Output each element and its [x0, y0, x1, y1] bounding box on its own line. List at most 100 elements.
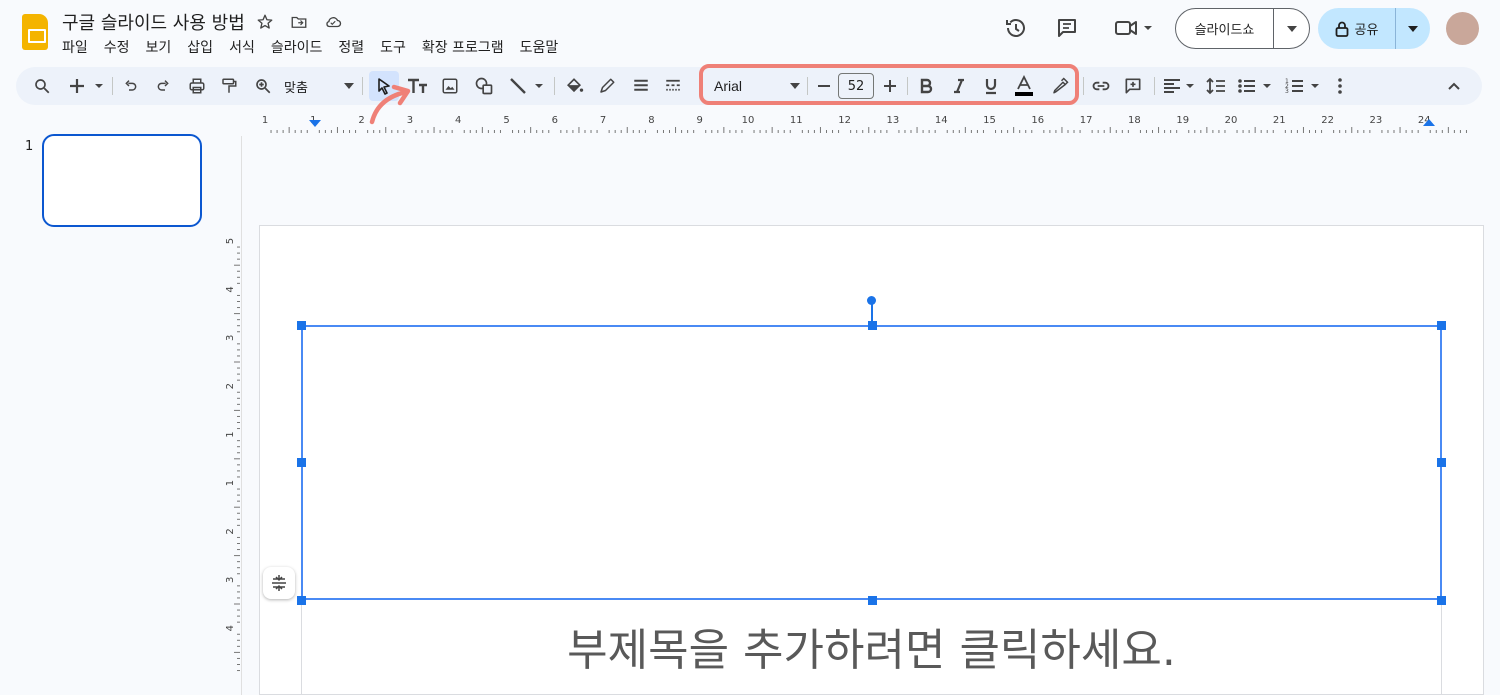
toolbar: 맞춤 Arial 52 1 2 3: [16, 64, 1482, 105]
insert-image-icon[interactable]: [438, 72, 462, 100]
title-bar: 구글 슬라이드 사용 방법 파일 수정 보기 삽입 서식 슬라이드 정렬 도구 …: [0, 0, 1500, 64]
comments-icon[interactable]: [1047, 8, 1087, 48]
ruler-tick-label: 2: [225, 528, 236, 534]
menu-edit[interactable]: 수정: [104, 35, 138, 59]
ruler-tick-label: 2: [358, 115, 364, 126]
share-label: 공유: [1354, 23, 1379, 38]
highlight-color-icon[interactable]: [1047, 72, 1073, 100]
bold-icon[interactable]: [914, 72, 938, 100]
ruler-tick-label: 21: [1273, 115, 1286, 126]
font-name-value: Arial: [714, 78, 743, 94]
move-to-folder-icon[interactable]: [287, 10, 311, 34]
menu-extensions[interactable]: 확장 프로그램: [422, 35, 512, 59]
italic-icon[interactable]: [947, 72, 971, 100]
ruler-tick-label: 4: [455, 115, 461, 126]
star-icon[interactable]: [253, 10, 277, 34]
share-button[interactable]: 공유: [1318, 8, 1430, 49]
collapse-toolbar-icon[interactable]: [1442, 72, 1466, 100]
resize-handle-top-right[interactable]: [1437, 321, 1446, 330]
resize-handle-top[interactable]: [868, 321, 877, 330]
avatar[interactable]: [1446, 12, 1479, 45]
horizontal-ruler: 1123456789101112131415161718192021222324: [262, 115, 1467, 133]
resize-handle-bottom-right[interactable]: [1437, 596, 1446, 605]
menu-format[interactable]: 서식: [229, 35, 263, 59]
insert-link-icon[interactable]: [1088, 72, 1114, 100]
align-icon[interactable]: [1161, 72, 1197, 100]
zoom-value: 맞춤: [284, 80, 308, 96]
menu-help[interactable]: 도움말: [520, 35, 567, 59]
new-slide-icon[interactable]: [66, 72, 108, 100]
subtitle-placeholder[interactable]: 부제목을 추가하려면 클릭하세요.: [301, 614, 1442, 678]
ruler-tick-label: 7: [600, 115, 606, 126]
ruler-tick-label: 5: [225, 238, 236, 244]
cloud-status-icon[interactable]: [321, 10, 345, 34]
vertical-align-icon: [272, 575, 286, 591]
fill-color-icon[interactable]: [561, 72, 587, 100]
autofit-button[interactable]: [263, 567, 295, 599]
menu-arrange[interactable]: 정렬: [338, 35, 372, 59]
more-options-icon[interactable]: [1330, 72, 1350, 100]
svg-text:3: 3: [1285, 88, 1289, 95]
print-icon[interactable]: [184, 72, 210, 100]
search-menus-icon[interactable]: [28, 72, 56, 100]
zoom-select[interactable]: 맞춤: [284, 72, 354, 100]
resize-handle-top-left[interactable]: [297, 321, 306, 330]
menu-view[interactable]: 보기: [146, 35, 180, 59]
toolbar-divider: [907, 77, 908, 95]
add-comment-icon[interactable]: [1120, 72, 1146, 100]
line-icon[interactable]: [506, 72, 548, 100]
toolbar-divider: [112, 77, 113, 95]
ruler-tick-label: 3: [225, 335, 236, 341]
ruler-tick-label: 4: [225, 625, 236, 631]
ruler-tick-label: 12: [838, 115, 851, 126]
paint-format-icon[interactable]: [216, 72, 242, 100]
resize-handle-left[interactable]: [297, 458, 306, 467]
numbered-list-icon[interactable]: 123: [1284, 72, 1324, 100]
menu-slide[interactable]: 슬라이드: [271, 35, 331, 59]
font-size-input[interactable]: 52: [838, 73, 874, 99]
ruler-tick-label: 3: [225, 577, 236, 583]
google-slides-app: 구글 슬라이드 사용 방법 파일 수정 보기 삽입 서식 슬라이드 정렬 도구 …: [0, 0, 1500, 695]
slideshow-label[interactable]: 슬라이드쇼: [1176, 9, 1274, 48]
slide-thumbnail[interactable]: [42, 134, 202, 227]
border-weight-icon[interactable]: [628, 72, 654, 100]
border-color-icon[interactable]: [594, 72, 620, 100]
share-main[interactable]: 공유: [1318, 8, 1396, 49]
meet-video-icon[interactable]: [1106, 8, 1158, 48]
menu-tools[interactable]: 도구: [380, 35, 414, 59]
font-select[interactable]: Arial: [714, 72, 800, 100]
resize-handle-bottom[interactable]: [868, 596, 877, 605]
bulleted-list-icon[interactable]: [1236, 72, 1276, 100]
ruler-tick-label: 22: [1321, 115, 1334, 126]
font-dropdown-icon: [790, 83, 800, 89]
line-spacing-icon[interactable]: [1204, 72, 1228, 100]
redo-icon[interactable]: [152, 72, 174, 100]
resize-handle-right[interactable]: [1437, 458, 1446, 467]
menu-insert[interactable]: 삽입: [187, 35, 221, 59]
text-color-icon[interactable]: [1011, 72, 1037, 100]
border-dash-icon[interactable]: [660, 72, 686, 100]
ruler-tick-label: 23: [1370, 115, 1383, 126]
slideshow-dropdown-icon[interactable]: [1274, 9, 1309, 48]
ruler-tick-label: 4: [225, 286, 236, 292]
ruler-tick-label: 3: [407, 115, 413, 126]
undo-icon[interactable]: [120, 72, 142, 100]
underline-icon[interactable]: [979, 72, 1003, 100]
rotation-handle[interactable]: [867, 296, 876, 305]
share-dropdown-icon[interactable]: [1396, 8, 1430, 49]
increase-font-size-icon[interactable]: [880, 72, 900, 100]
ruler-tick-label: 1: [262, 115, 268, 126]
ruler-tick-label: 9: [697, 115, 703, 126]
decrease-font-size-icon[interactable]: [814, 72, 834, 100]
document-title[interactable]: 구글 슬라이드 사용 방법: [62, 9, 245, 35]
menu-file[interactable]: 파일: [62, 35, 96, 59]
zoom-icon[interactable]: [250, 72, 276, 100]
title-text-box[interactable]: [301, 325, 1442, 600]
toolbar-divider: [1083, 77, 1084, 95]
version-history-icon[interactable]: [996, 8, 1036, 48]
ruler-tick-label: 5: [503, 115, 509, 126]
shape-icon[interactable]: [472, 72, 496, 100]
slides-logo-icon[interactable]: [22, 14, 48, 50]
resize-handle-bottom-left[interactable]: [297, 596, 306, 605]
slideshow-button[interactable]: 슬라이드쇼: [1175, 8, 1310, 49]
